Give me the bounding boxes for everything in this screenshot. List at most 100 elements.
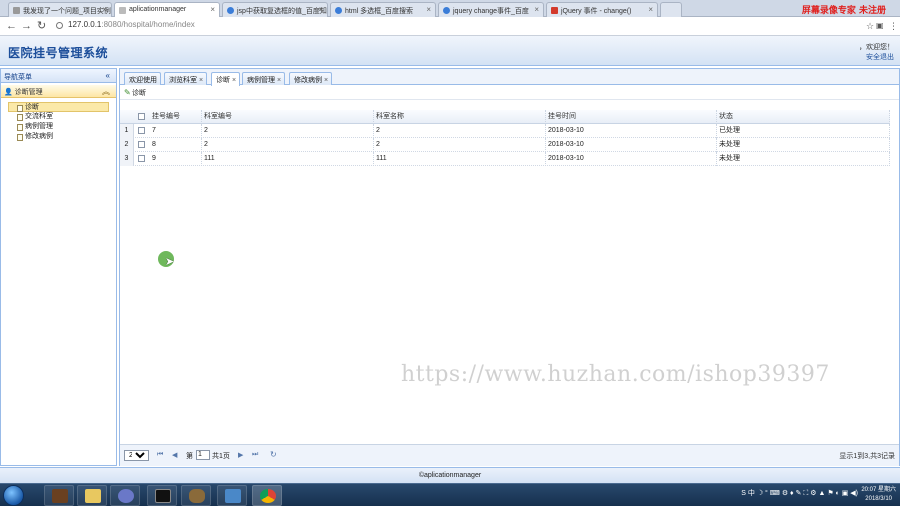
browser-tab[interactable]: html 多选框_百度搜索 ×	[330, 2, 436, 17]
page-icon	[13, 7, 20, 14]
taskbar-app[interactable]	[44, 485, 74, 506]
sidebar-item-label: 修改病例	[25, 133, 53, 140]
menu-icon[interactable]: ⋮	[889, 20, 898, 32]
refresh-icon[interactable]: ↻	[270, 450, 277, 459]
row-checkbox[interactable]	[138, 155, 145, 162]
table-row[interactable]: 1 7 2 2 2018-03-10 已处理	[120, 124, 890, 138]
browser-tab-label: html 多选框_百度搜索	[345, 8, 414, 15]
tab-diagnose[interactable]: 诊断 ×	[211, 72, 241, 86]
next-page-icon[interactable]: ▶	[238, 451, 243, 459]
tab-edit-case[interactable]: 修改病例 ×	[289, 72, 333, 85]
info-icon[interactable]	[56, 22, 63, 29]
address-bar[interactable]: 127.0.0.1:8080/hospital/home/index	[68, 20, 195, 29]
close-icon[interactable]: ×	[210, 5, 215, 14]
column-header[interactable]: 挂号编号	[150, 110, 202, 124]
close-icon[interactable]: ×	[324, 77, 328, 84]
recorder-watermark: 屏幕录像专家 未注册	[801, 6, 886, 16]
content-tabs: 欢迎使用 浏览科室 × 诊断 × 病例管理 × 修改病例 ×	[120, 69, 899, 86]
table-cell: 9	[150, 152, 202, 166]
table-cell: 2018-03-10	[546, 152, 717, 166]
back-icon[interactable]: ←	[6, 20, 17, 32]
row-checkbox[interactable]	[138, 141, 145, 148]
tab-case-management[interactable]: 病例管理 ×	[242, 72, 286, 85]
close-icon[interactable]: ×	[318, 5, 323, 14]
column-header[interactable]: 科室名称	[374, 110, 546, 124]
baidu-icon	[443, 7, 450, 14]
tab-welcome[interactable]: 欢迎使用	[124, 72, 161, 85]
page-icon	[17, 134, 23, 141]
system-tray[interactable]: S 中 ☽ ° ⌨ ⚙ ♦ ✎ ⛶ ⚙ ▲ ⚑ ◐ ▣ ◀)	[741, 488, 858, 498]
column-header[interactable]: 科室编号	[202, 110, 374, 124]
forward-icon[interactable]: →	[21, 20, 32, 32]
mouse-cursor-icon: ➤	[165, 256, 175, 268]
select-all-checkbox[interactable]	[138, 113, 145, 120]
row-checkbox[interactable]	[138, 127, 145, 134]
browser-tab[interactable]: jsp中获取复选框的值_百度知 ×	[222, 2, 328, 17]
taskbar-app[interactable]	[77, 485, 107, 506]
table-cell: 2018-03-10	[546, 138, 717, 152]
close-icon[interactable]: ×	[426, 5, 431, 14]
browser-tab[interactable]: jQuery 事件 - change() ×	[546, 2, 658, 17]
prev-page-icon[interactable]: ◀	[172, 451, 177, 459]
browser-tab-strip: 我发现了一个问题_项目实例 × aplicationmanager × jsp中…	[0, 0, 900, 18]
browser-tab-label: aplicationmanager	[129, 6, 187, 13]
clock[interactable]: 20:07 星期六 2018/3/10	[861, 486, 896, 504]
star-icon[interactable]: ☆	[866, 20, 874, 32]
close-icon[interactable]: ×	[277, 77, 281, 84]
browser-tab[interactable]: jquery change事件_百度 ×	[438, 2, 544, 17]
taskbar-app[interactable]	[181, 485, 211, 506]
sidebar-item-departments[interactable]: 交流科室	[1, 112, 116, 122]
start-button[interactable]	[3, 485, 24, 506]
w3school-icon	[551, 7, 558, 14]
sidebar-item-diagnose[interactable]: 诊断	[8, 102, 109, 112]
column-header[interactable]: 状态	[717, 110, 890, 124]
logout-link[interactable]: 安全退出	[866, 54, 894, 61]
chevron-up-icon[interactable]: ︽	[102, 86, 110, 97]
taskbar-app[interactable]	[217, 485, 247, 506]
row-number: 2	[120, 138, 134, 152]
tab-browse-departments[interactable]: 浏览科室 ×	[164, 72, 208, 85]
first-page-icon[interactable]: ⏮	[157, 451, 163, 459]
taskbar-app[interactable]	[147, 485, 177, 506]
reload-icon[interactable]: ↻	[37, 20, 46, 32]
sidebar-group-diagnosis[interactable]: 👤 诊断管理 ︽	[1, 85, 116, 98]
column-header[interactable]: 挂号时间	[546, 110, 717, 124]
sidebar-item-cases[interactable]: 病例管理	[1, 122, 116, 132]
new-tab-button[interactable]	[660, 2, 682, 17]
close-icon[interactable]: ×	[232, 77, 236, 84]
table-row[interactable]: 2 8 2 2 2018-03-10 未处理	[120, 138, 890, 152]
page-number-input[interactable]: 1	[196, 450, 210, 460]
extension-icon[interactable]: ▣	[876, 20, 884, 32]
collapse-icon[interactable]: «	[106, 71, 110, 80]
close-icon[interactable]: ×	[199, 77, 203, 84]
close-icon[interactable]: ×	[102, 5, 107, 14]
sidebar-item-label: 病例管理	[25, 123, 53, 130]
url-path: :8080/hospital/home/index	[101, 20, 195, 29]
table-cell: 未处理	[717, 152, 890, 166]
taskbar-app-chrome[interactable]	[252, 485, 282, 506]
browser-tab-active[interactable]: aplicationmanager ×	[114, 2, 220, 18]
row-number: 1	[120, 124, 134, 138]
clock-time: 20:07 星期六	[861, 487, 896, 493]
welcome-area: ，欢迎您！ 安全退出	[859, 43, 894, 63]
browser-tab-label: 我发现了一个问题_项目实例	[23, 8, 111, 15]
data-grid: 挂号编号 科室编号 科室名称 挂号时间 状态 1 7 2 2 2018-03-1…	[120, 110, 890, 166]
tab-label: 欢迎使用	[129, 77, 157, 84]
table-row[interactable]: 3 9 111 111 2018-03-10 未处理	[120, 152, 890, 166]
taskbar-app[interactable]	[110, 485, 140, 506]
user-icon: 👤	[4, 89, 13, 96]
table-cell: 2	[202, 124, 374, 138]
last-page-icon[interactable]: ⏭	[252, 451, 258, 459]
pagination-info: 显示1到3,共3记录	[839, 453, 895, 460]
welcome-text: ，欢迎您！	[859, 44, 894, 51]
table-cell: 2	[202, 138, 374, 152]
page-size-select[interactable]: 20	[124, 450, 149, 461]
diagnose-button[interactable]: ✎诊断	[124, 88, 146, 97]
page-total: 共1页	[212, 453, 230, 460]
close-icon[interactable]: ×	[648, 5, 653, 14]
sidebar-item-edit-case[interactable]: 修改病例	[1, 132, 116, 142]
close-icon[interactable]: ×	[534, 5, 539, 14]
browser-tab-label: jsp中获取复选框的值_百度知	[237, 8, 327, 15]
folder-icon	[85, 489, 101, 503]
browser-tab[interactable]: 我发现了一个问题_项目实例 ×	[8, 2, 112, 17]
